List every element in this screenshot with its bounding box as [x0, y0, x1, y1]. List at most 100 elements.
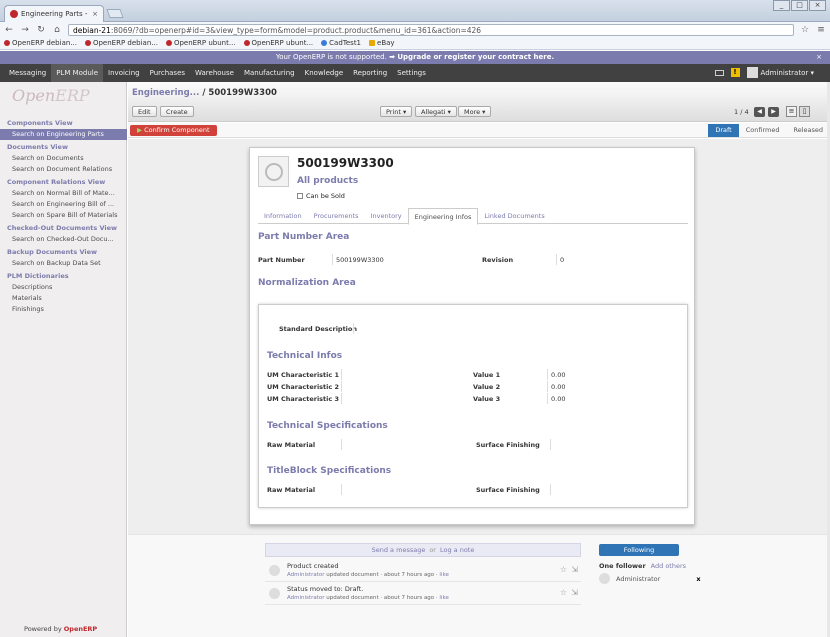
previous-record-button[interactable]: ◀ — [754, 107, 765, 117]
bookmark-star-icon[interactable]: ☆ — [800, 25, 810, 35]
tab-procurements[interactable]: Procurements — [308, 208, 365, 223]
allegati-dropdown[interactable]: Allegati ▾ — [415, 106, 457, 117]
openerp-logo[interactable]: OpenERP — [12, 86, 90, 105]
menu-warehouse[interactable]: Warehouse — [190, 64, 239, 82]
product-image[interactable] — [258, 156, 289, 187]
bookmark-item[interactable]: OpenERP debian... — [4, 39, 77, 47]
bookmark-item[interactable]: OpenERP ubunt... — [243, 39, 313, 47]
tab-information[interactable]: Information — [258, 208, 308, 223]
product-name: 500199W3300 — [297, 156, 394, 170]
log-note-link[interactable]: Log a note — [440, 546, 474, 554]
bookmark-item[interactable]: OpenERP debian... — [84, 39, 158, 47]
sidebar-item-search-engineering-parts[interactable]: Search on Engineering Parts — [0, 129, 127, 140]
top-menu: Messaging PLM Module Invoicing Purchases… — [0, 64, 830, 82]
pager-count: 1 / 4 — [734, 108, 749, 116]
message-author[interactable]: Administrator — [287, 595, 325, 601]
more-dropdown[interactable]: More ▾ — [458, 106, 492, 117]
list-view-icon[interactable]: ≡ — [786, 106, 797, 117]
sidebar-item-search-document-relations[interactable]: Search on Document Relations — [0, 164, 127, 175]
confirm-component-button[interactable]: ▶ Confirm Component — [130, 125, 217, 136]
value-3[interactable]: 0.00 — [551, 395, 565, 403]
breadcrumb: Engineering... / 500199W3300 — [132, 88, 277, 98]
star-icon[interactable]: ☆ — [560, 588, 567, 597]
tab-engineering-infos[interactable]: Engineering Infos — [407, 208, 479, 225]
revision-label: Revision — [482, 256, 514, 264]
send-message-link[interactable]: Send a message — [372, 546, 426, 554]
form-view-icon[interactable]: ▯ — [799, 106, 810, 117]
menu-settings[interactable]: Settings — [392, 64, 431, 82]
menu-messaging[interactable]: Messaging — [4, 64, 51, 82]
tab-close-icon[interactable]: × — [92, 10, 98, 18]
address-bar[interactable]: debian-21:8069/?db=openerp#id=3&view_typ… — [68, 23, 794, 36]
step-confirmed[interactable]: Confirmed — [739, 124, 787, 137]
breadcrumb-link[interactable]: Engineering... — [132, 88, 199, 98]
logo-erp: ERP — [55, 86, 90, 105]
sidebar-item-search-documents[interactable]: Search on Documents — [0, 153, 127, 164]
revision-value[interactable]: 0 — [560, 256, 564, 264]
new-tab-button[interactable] — [106, 9, 124, 18]
menu-purchases[interactable]: Purchases — [145, 64, 190, 82]
opera-icon — [84, 40, 91, 46]
next-record-button[interactable]: ▶ — [768, 107, 779, 117]
like-link[interactable]: like — [439, 595, 448, 601]
sidebar-item-backup-data-set[interactable]: Search on Backup Data Set — [0, 258, 127, 269]
star-icon[interactable]: ☆ — [560, 565, 567, 574]
value-1[interactable]: 0.00 — [551, 371, 565, 379]
wrench-menu-icon[interactable]: ≡ — [816, 25, 826, 35]
following-button[interactable]: Following — [599, 544, 679, 556]
follower-name[interactable]: Administrator — [616, 575, 660, 583]
add-others-link[interactable]: Add others — [651, 562, 686, 570]
sidebar-item-normal-bom[interactable]: Search on Normal Bill of Mate... — [0, 188, 127, 199]
menu-knowledge[interactable]: Knowledge — [300, 64, 348, 82]
part-number-value[interactable]: 500199W3300 — [336, 256, 384, 264]
menu-invoicing[interactable]: Invoicing — [103, 64, 145, 82]
bookmark-item[interactable]: eBay — [369, 39, 395, 47]
step-released[interactable]: Released — [786, 124, 830, 137]
bookmark-item[interactable]: OpenERP ubunt... — [165, 39, 236, 47]
notice-close-icon[interactable]: × — [816, 51, 822, 64]
browser-tab[interactable]: Engineering Parts - Op × — [4, 5, 104, 22]
sidebar: OpenERP Components View Search on Engine… — [0, 82, 127, 637]
minimize-button[interactable]: _ — [773, 0, 790, 11]
sidebar-item-finishings[interactable]: Finishings — [0, 304, 127, 315]
step-draft[interactable]: Draft — [708, 124, 739, 137]
bookmark-item[interactable]: CadTest1 — [321, 39, 361, 47]
value-2[interactable]: 0.00 — [551, 383, 565, 391]
reply-icon[interactable]: ⇲ — [571, 588, 578, 597]
powered-by-link[interactable]: OpenERP — [64, 625, 97, 633]
menu-plm-module[interactable]: PLM Module — [51, 64, 104, 82]
part-number-area-title: Part Number Area — [258, 232, 350, 242]
print-dropdown[interactable]: Print ▾ — [380, 106, 413, 117]
message-author[interactable]: Administrator — [287, 572, 325, 578]
close-window-button[interactable]: × — [809, 0, 826, 11]
warning-icon[interactable]: ! — [730, 68, 740, 77]
menu-manufacturing[interactable]: Manufacturing — [239, 64, 300, 82]
um-characteristic-3-label: UM Characteristic 3 — [267, 395, 340, 403]
sidebar-item-engineering-bom[interactable]: Search on Engineering Bill of ... — [0, 199, 127, 210]
message-composer: Send a message or Log a note — [265, 543, 581, 557]
can-be-sold-checkbox[interactable] — [297, 193, 303, 199]
surface-finishing-label: Surface Finishing — [476, 441, 540, 449]
upgrade-link[interactable]: ➡ Upgrade or register your contract here… — [389, 53, 554, 61]
edit-button[interactable]: Edit — [132, 106, 157, 117]
reply-icon[interactable]: ⇲ — [571, 565, 578, 574]
maximize-button[interactable]: □ — [791, 0, 808, 11]
sidebar-item-materials[interactable]: Materials — [0, 293, 127, 304]
tab-inventory[interactable]: Inventory — [365, 208, 408, 223]
section-title: Component Relations View — [7, 178, 106, 186]
forward-icon[interactable]: → — [20, 25, 30, 35]
field-divider — [332, 254, 333, 265]
mail-icon[interactable] — [714, 69, 724, 76]
remove-follower-icon[interactable]: x — [696, 575, 700, 583]
sidebar-item-checked-out[interactable]: Search on Checked-Out Docu... — [0, 234, 127, 245]
back-icon[interactable]: ← — [4, 25, 14, 35]
create-button[interactable]: Create — [160, 106, 194, 117]
home-icon[interactable]: ⌂ — [52, 25, 62, 35]
menu-reporting[interactable]: Reporting — [348, 64, 392, 82]
sidebar-item-spare-bom[interactable]: Search on Spare Bill of Materials — [0, 210, 127, 221]
tab-linked-documents[interactable]: Linked Documents — [478, 208, 550, 223]
like-link[interactable]: like — [439, 572, 448, 578]
user-menu[interactable]: Administrator ▾ — [746, 67, 814, 78]
sidebar-item-descriptions[interactable]: Descriptions — [0, 282, 127, 293]
reload-icon[interactable]: ↻ — [36, 25, 46, 35]
